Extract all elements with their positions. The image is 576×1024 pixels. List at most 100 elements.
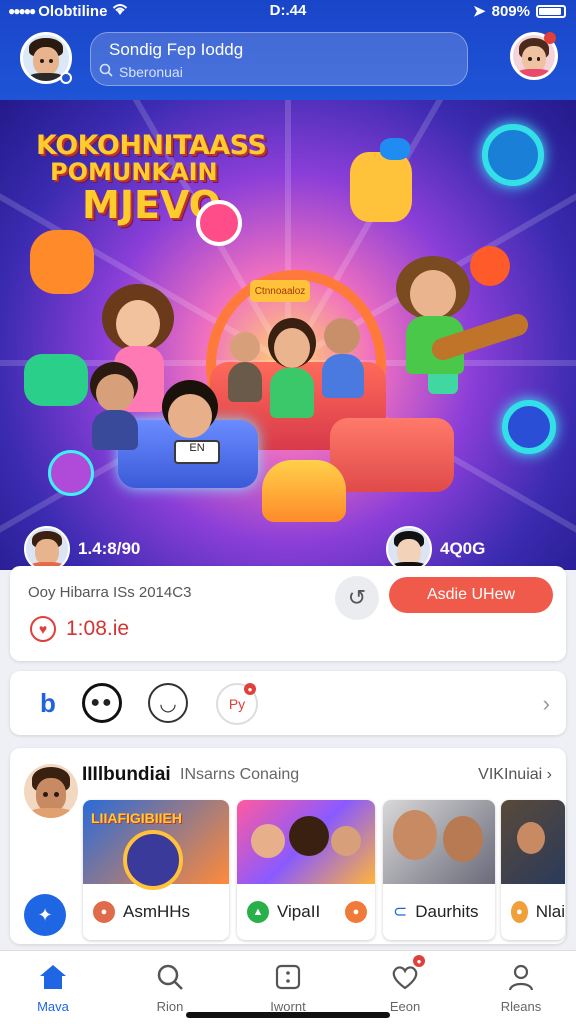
thumb-face-icon — [251, 824, 285, 858]
thumb-label: Daurhits — [415, 902, 479, 921]
battery-percent: 809% — [491, 2, 530, 20]
small-console — [24, 354, 88, 406]
reply-icon: ↺ — [347, 585, 367, 610]
feed-subtitle: INsarns Conaing — [180, 766, 300, 783]
feed-card: IIIlbundiai INsarns Conaing VIKInuiai › … — [10, 748, 566, 944]
tv-screen-label: EN — [189, 442, 205, 454]
kid-seated-character — [320, 318, 370, 408]
nav-label-activity: Eeon — [389, 999, 421, 1014]
feed-author-name: IIIlbundiai — [82, 764, 171, 785]
thumb-disc-icon — [123, 830, 183, 890]
chat-bubble-icon — [502, 400, 556, 454]
post-meta: Ooy Hibarra ISs 2014C3 — [28, 584, 192, 601]
kid-center-character — [262, 318, 322, 428]
online-status-icon — [60, 72, 72, 84]
hero-banner[interactable]: KOKOHNITAASS POMUNKAIN MJEVO Ctnnoaaloz … — [0, 100, 576, 570]
chat-icon[interactable]: ◡ — [148, 683, 188, 723]
like-row[interactable]: ♥ 1:08.ie — [30, 616, 129, 642]
nav-item-home[interactable]: Mava — [8, 959, 98, 1014]
hero-user-right-count: 4Q0G — [440, 539, 486, 558]
chevron-right-icon[interactable]: › — [543, 691, 550, 717]
notification-dot — [544, 32, 556, 44]
toy-block — [262, 460, 346, 522]
tv-screen: EN — [174, 440, 220, 464]
arch-sign: Ctnnoaaloz — [250, 280, 310, 302]
heart-badge-label: Py — [228, 696, 246, 712]
thumb-caption: ● AsmHHs — [83, 890, 229, 934]
thumb-caption: ⊂ Daurhits — [383, 890, 495, 934]
search-icon — [99, 63, 113, 80]
search-icon — [152, 959, 188, 995]
dice-icon — [270, 959, 306, 995]
kid-small-character — [226, 332, 266, 412]
thumb-face-icon — [289, 816, 329, 856]
hero-user-right-avatar — [386, 526, 432, 570]
thumb-caption: ● Nlai — [501, 890, 565, 934]
badge-icon — [196, 200, 242, 246]
thumb-image: LIIAFIGIBIIEH — [83, 800, 229, 890]
thumb-face-icon — [331, 826, 361, 856]
top-bar: ●●●●● Olobtiline D:.44 ➤ 809% Sondig Fep… — [0, 0, 576, 100]
thumb-face-icon — [517, 822, 545, 854]
heart-icon: ● — [387, 955, 425, 995]
compass-button[interactable]: ✦ — [24, 894, 66, 936]
hero-user-left-face — [26, 528, 68, 570]
dots-icon[interactable]: ●● — [82, 683, 122, 723]
hero-user-right[interactable]: 4Q0G — [386, 526, 485, 570]
thumb-label: VipaII — [277, 902, 321, 921]
b-app-icon[interactable]: b — [28, 683, 68, 723]
post-card: Ooy Hibarra ISs 2014C3 ♥ 1:08.ie ↺ Asdie… — [10, 566, 566, 661]
home-icon — [35, 959, 71, 995]
feed-thumb[interactable]: ▲ VipaII ● — [237, 800, 375, 940]
thumb-badge-icon: ● — [345, 901, 367, 923]
nav-item-profile[interactable]: Rleans — [476, 959, 566, 1014]
nav-item-search[interactable]: Rion — [125, 959, 215, 1014]
notification-badge: ● — [244, 683, 256, 695]
nav-item-activity[interactable]: ● Eeon — [360, 955, 450, 1014]
feed-thumb[interactable]: LIIAFIGIBIIEH ● AsmHHs — [83, 800, 229, 940]
feed-thumb[interactable]: ● Nlai — [501, 800, 565, 940]
heart-icon[interactable]: ♥ — [30, 616, 56, 642]
search-row: Sberonuai — [99, 63, 183, 80]
feed-avatar[interactable] — [24, 764, 78, 818]
heart-badge-icon[interactable]: Py ● — [216, 683, 258, 725]
thumb-image — [501, 800, 565, 884]
status-bar: ●●●●● Olobtiline D:.44 ➤ 809% — [0, 0, 576, 22]
search-box[interactable]: Sondig Fep Ioddg Sberonuai — [90, 32, 468, 86]
activity-badge: ● — [413, 955, 425, 967]
view-all-label: VIKInuiai — [478, 766, 543, 783]
feed-thumb[interactable]: ⊂ Daurhits — [383, 800, 495, 940]
search-title: Sondig Fep Ioddg — [109, 40, 244, 59]
thumb-caption: ▲ VipaII ● — [237, 890, 375, 934]
quick-actions-row: b ●● ◡ Py ● › — [10, 671, 566, 735]
profile-icon — [503, 959, 539, 995]
thumb-user-icon: ● — [93, 901, 115, 923]
arch-sign-label: Ctnnoaaloz — [254, 285, 306, 297]
sun-character-icon — [30, 230, 94, 294]
home-indicator — [186, 1012, 390, 1018]
music-note-icon — [482, 124, 544, 186]
primary-action-button[interactable]: Asdie UHew — [389, 577, 553, 613]
thumb-tag-icon: ● — [511, 901, 528, 923]
glow-orb — [48, 450, 94, 496]
headphones-icon — [380, 138, 410, 160]
hero-user-right-face — [388, 528, 430, 570]
hero-user-left[interactable]: 1.4:8/90 — [24, 526, 140, 570]
status-right: ➤ 809% — [473, 2, 566, 20]
right-console — [330, 418, 454, 492]
thumb-image — [383, 800, 495, 884]
search-placeholder: Sberonuai — [119, 63, 183, 80]
view-all-link[interactable]: VIKInuiai › — [478, 766, 552, 784]
like-count: 1:08.ie — [66, 617, 130, 640]
thumb-label: Nlai — [535, 902, 565, 921]
thumb-label: AsmHHs — [123, 902, 191, 921]
hero-title-line1: KOKOHNITAASS — [36, 130, 267, 161]
thumb-tag-icon: ▲ — [247, 901, 269, 923]
reply-button[interactable]: ↺ — [335, 576, 379, 620]
nav-item-games[interactable]: Iwornt — [243, 959, 333, 1014]
thumb-tag-icon: ⊂ — [393, 902, 408, 921]
speaker-character-icon — [350, 152, 412, 222]
hero-user-left-count: 1.4:8/90 — [78, 539, 141, 558]
thumb-face-icon — [443, 816, 483, 862]
hero-title-line2: POMUNKAIN — [50, 158, 218, 187]
